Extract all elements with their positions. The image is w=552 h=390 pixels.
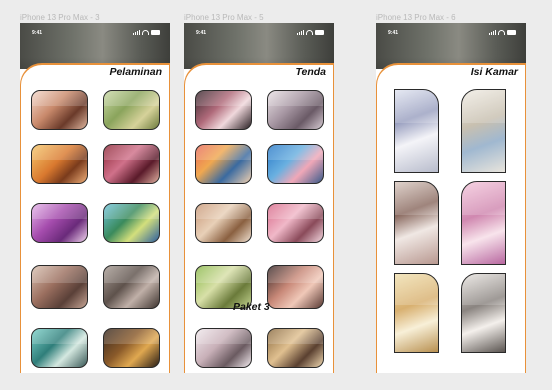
wifi-icon — [142, 29, 149, 35]
gallery-item[interactable] — [267, 203, 324, 243]
battery-icon — [507, 29, 516, 35]
frame-label-tenda: iPhone 13 Pro Max - 5 — [184, 13, 264, 22]
phone-frame-tenda: 9:41 Tenda — [184, 23, 334, 373]
overlay-label: Paket 3 — [233, 301, 270, 313]
status-icons — [489, 29, 516, 35]
phone-frame-isi-kamar: 9:41 Isi Kamar — [376, 23, 526, 373]
page-title: Isi Kamar — [470, 66, 518, 78]
gallery-item[interactable] — [461, 273, 506, 353]
gallery-item[interactable] — [31, 144, 88, 184]
gallery-item[interactable] — [267, 328, 324, 368]
battery-icon — [315, 29, 324, 35]
gallery-item[interactable] — [195, 144, 252, 184]
gallery-item[interactable] — [461, 181, 506, 265]
status-time: 9:41 — [196, 30, 207, 36]
gallery-item[interactable] — [195, 203, 252, 243]
page-title: Tenda — [295, 66, 326, 78]
frame-label-pelaminan: iPhone 13 Pro Max - 3 — [20, 13, 100, 22]
gallery-item[interactable] — [103, 203, 160, 243]
gallery-item[interactable] — [267, 90, 324, 130]
gallery-item[interactable] — [103, 265, 160, 309]
gallery-item[interactable] — [31, 328, 88, 368]
gallery-item[interactable] — [195, 90, 252, 130]
gallery-item[interactable] — [103, 90, 160, 130]
wifi-icon — [498, 29, 505, 35]
gallery-item[interactable] — [103, 144, 160, 184]
gallery-item[interactable] — [394, 181, 439, 265]
frame-label-isi-kamar: iPhone 13 Pro Max - 6 — [376, 13, 456, 22]
status-time: 9:41 — [388, 30, 399, 36]
gallery-item[interactable] — [394, 273, 439, 353]
status-icons — [297, 29, 324, 35]
cellular-signal-icon — [297, 29, 304, 35]
gallery-item[interactable] — [394, 89, 439, 173]
gallery-item[interactable] — [267, 144, 324, 184]
cellular-signal-icon — [133, 29, 140, 35]
status-time: 9:41 — [32, 30, 43, 36]
gallery-item[interactable] — [31, 90, 88, 130]
gallery-item[interactable] — [103, 328, 160, 368]
gallery-item[interactable] — [31, 203, 88, 243]
cellular-signal-icon — [489, 29, 496, 35]
gallery-item[interactable] — [195, 328, 252, 368]
page-title: Pelaminan — [109, 66, 162, 78]
battery-icon — [151, 29, 160, 35]
gallery-item[interactable] — [461, 89, 506, 173]
status-icons — [133, 29, 160, 35]
phone-frame-pelaminan: 9:41 Pelaminan — [20, 23, 170, 373]
gallery-item[interactable] — [31, 265, 88, 309]
gallery-item[interactable] — [267, 265, 324, 309]
wifi-icon — [306, 29, 313, 35]
